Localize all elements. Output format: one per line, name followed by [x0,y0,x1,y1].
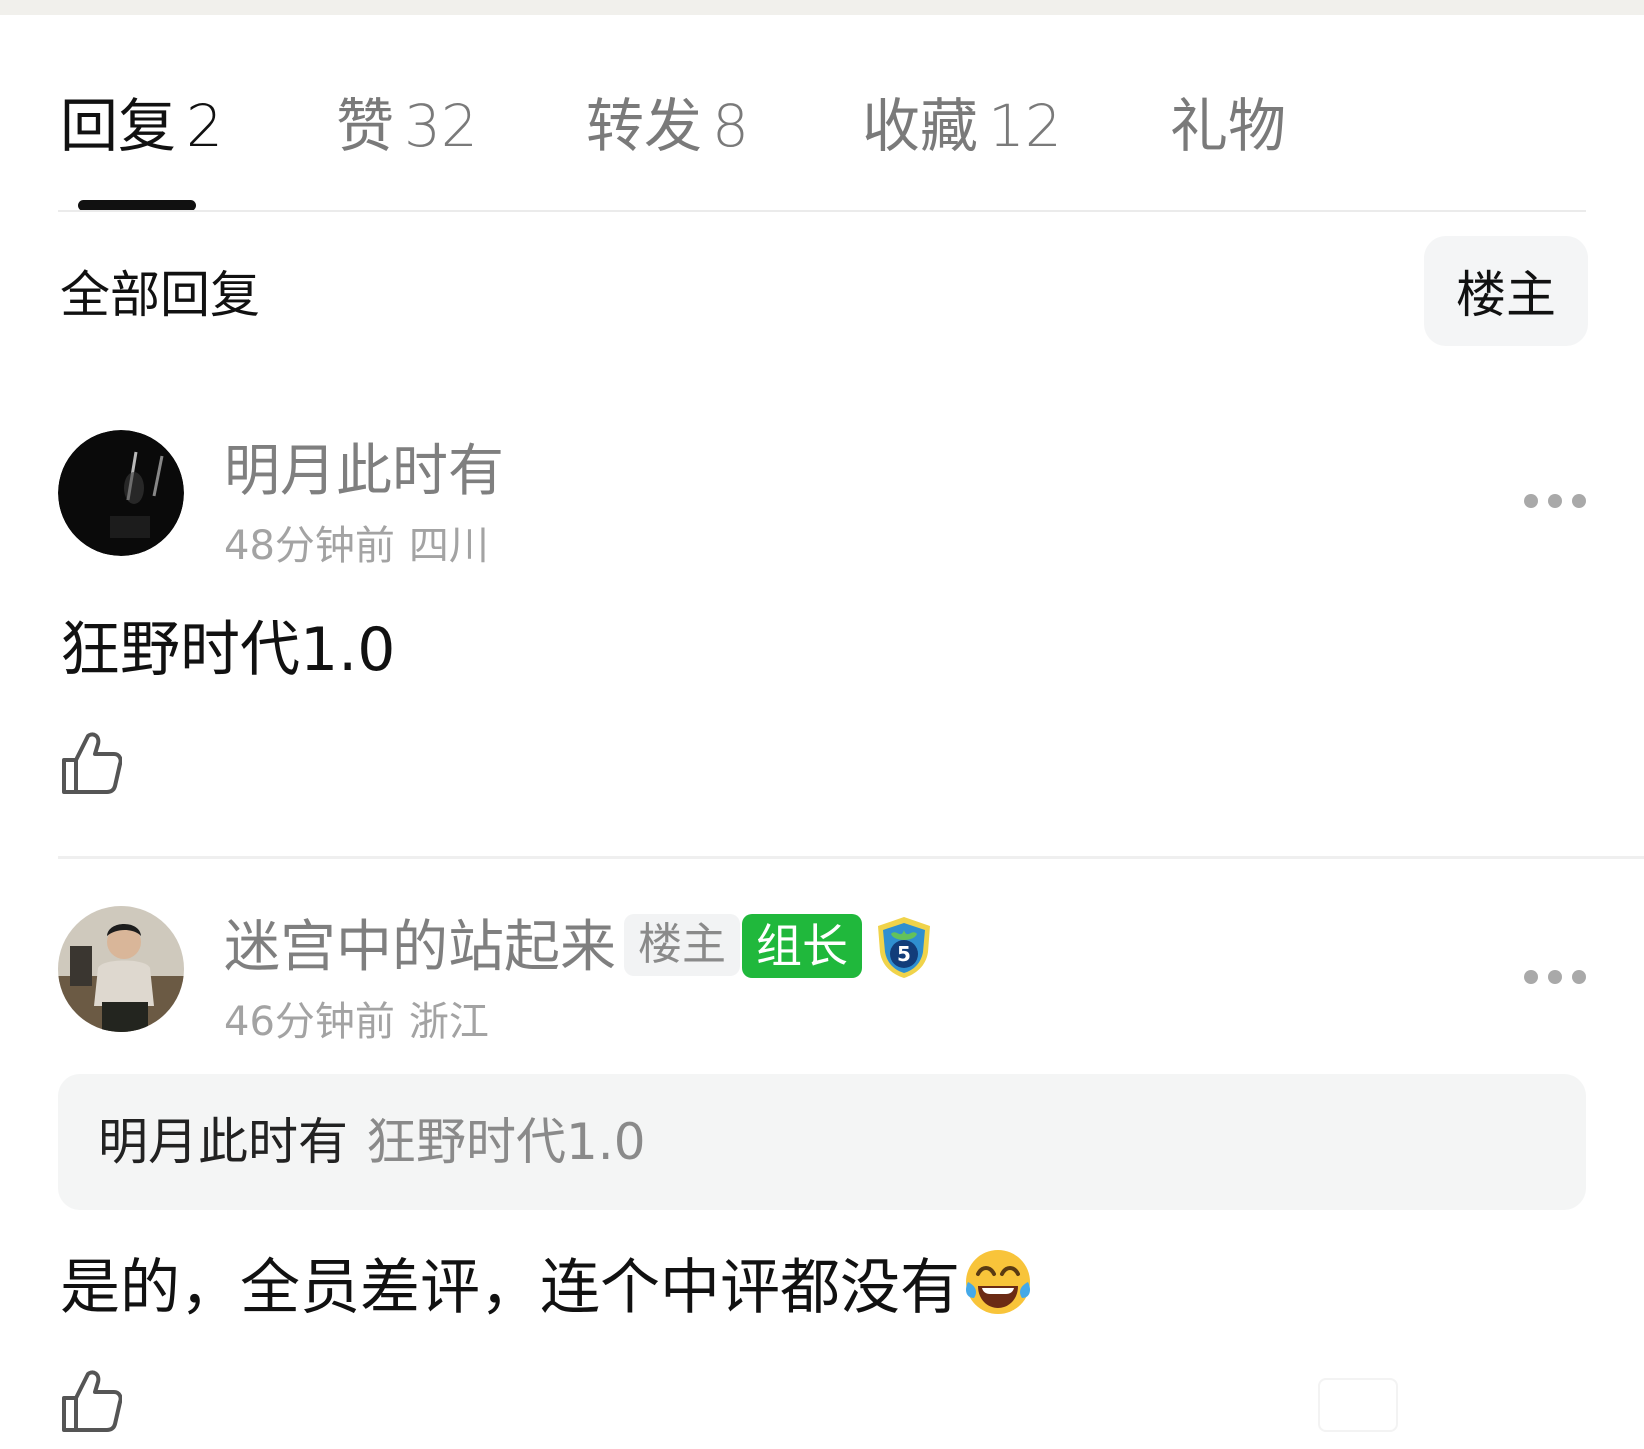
comment-content-row: 是的，全员差评，连个中评都没有 [60,1246,1034,1328]
tab-label: 收藏 [862,92,979,160]
comment-meta: 46分钟前 浙江 [224,996,489,1048]
quoted-text: 狂野时代1.0 [366,1113,646,1171]
tab-count: 8 [712,92,749,160]
comment-username[interactable]: 明月此时有 [224,436,504,508]
all-replies-title: 全部回复 [60,266,260,324]
tab-label: 转发 [586,92,703,160]
more-dots-icon[interactable] [1524,490,1586,512]
tab-favorites[interactable]: 收藏 12 [862,88,1062,164]
person-photo-avatar [58,906,184,1032]
thumbs-up-icon[interactable] [60,730,122,796]
svg-text:5: 5 [897,942,911,966]
avatar[interactable] [58,906,184,1032]
comment-location: 四川 [408,523,489,569]
tab-label: 礼物 [1170,92,1287,160]
top-strip [0,0,1644,15]
avatar[interactable] [58,430,184,556]
quoted-reply[interactable]: 明月此时有 狂野时代1.0 [58,1074,1586,1210]
comment-time: 48分钟前 [224,523,395,569]
tab-count: 12 [988,92,1062,160]
tab-label: 回复 [60,92,177,160]
comment-content: 狂野时代1.0 [60,615,396,685]
op-only-filter-button[interactable]: 楼主 [1424,236,1588,346]
comment-meta: 48分钟前 四川 [224,520,489,572]
tab-label: 赞 [336,92,395,160]
quoted-username[interactable]: 明月此时有 [98,1108,348,1176]
more-dots-icon[interactable] [1524,966,1586,988]
comment-username[interactable]: 迷宫中的站起来 [224,912,616,984]
watermark-icon [1318,1378,1398,1432]
comment-divider [58,856,1644,859]
tab-count: 2 [186,92,223,160]
night-sky-avatar [58,430,184,556]
tab-likes[interactable]: 赞 32 [336,88,478,164]
comment-content: 是的，全员差评，连个中评都没有 [60,1253,960,1323]
tab-count: 32 [404,92,478,160]
thumbs-up-icon[interactable] [60,1368,122,1434]
group-leader-badge: 组长 [742,914,862,978]
tabs-divider [58,210,1586,212]
shield-level-icon[interactable]: 5 [874,914,934,980]
comment-time: 46分钟前 [224,999,395,1045]
tab-reposts[interactable]: 转发 8 [586,88,749,164]
tab-gifts[interactable]: 礼物 [1170,88,1286,164]
tears-of-joy-emoji [966,1250,1030,1314]
comment-location: 浙江 [408,999,489,1045]
tab-replies[interactable]: 回复 2 [60,88,223,164]
op-badge: 楼主 [624,914,740,976]
